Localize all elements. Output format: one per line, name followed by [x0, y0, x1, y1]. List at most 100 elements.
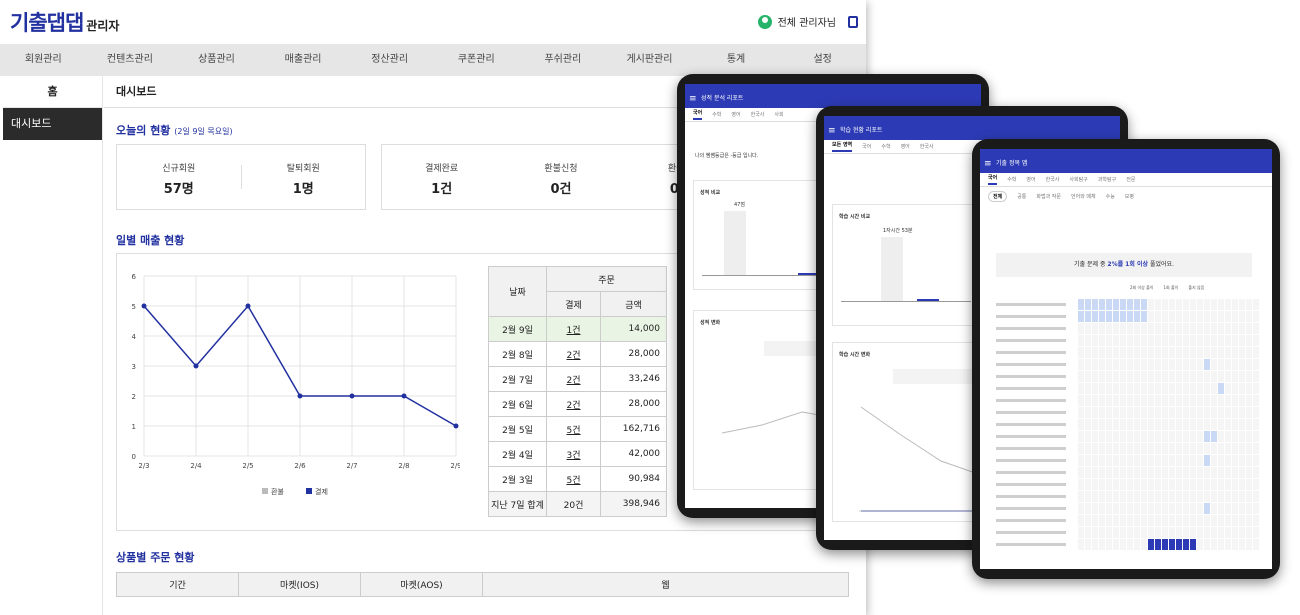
exam-cell[interactable]	[1155, 383, 1161, 394]
exam-cell[interactable]	[1211, 299, 1217, 310]
exam-cell[interactable]	[1155, 431, 1161, 442]
exam-cell[interactable]	[1092, 395, 1098, 406]
exam-cell[interactable]	[1169, 311, 1175, 322]
exam-cell[interactable]	[1211, 323, 1217, 334]
exam-cell[interactable]	[1078, 491, 1084, 502]
user-name[interactable]: 전체 관리자님	[778, 14, 836, 29]
cell-pay-link[interactable]: 5건	[546, 416, 601, 442]
exam-cell[interactable]	[1253, 299, 1259, 310]
exam-cell[interactable]	[1162, 419, 1168, 430]
exam-cell[interactable]	[1141, 407, 1147, 418]
exam-cell[interactable]	[1134, 515, 1140, 526]
exam-cell[interactable]	[1099, 407, 1105, 418]
exam-cell[interactable]	[1232, 527, 1238, 538]
exam-cell[interactable]	[1239, 395, 1245, 406]
exam-cell[interactable]	[1197, 515, 1203, 526]
exam-cell[interactable]	[1155, 311, 1161, 322]
exam-cell[interactable]	[1225, 311, 1231, 322]
exam-cell[interactable]	[1218, 503, 1224, 514]
exam-cell[interactable]	[1225, 371, 1231, 382]
exam-cell[interactable]	[1106, 431, 1112, 442]
exam-cell[interactable]	[1225, 419, 1231, 430]
cell-pay-link[interactable]: 2건	[546, 391, 601, 417]
exam-cell[interactable]	[1120, 419, 1126, 430]
exam-cell[interactable]	[1134, 443, 1140, 454]
exam-cell[interactable]	[1218, 359, 1224, 370]
exam-cell[interactable]	[1148, 431, 1154, 442]
exam-cell[interactable]	[1204, 467, 1210, 478]
exam-cell[interactable]	[1162, 431, 1168, 442]
exam-cell[interactable]	[1253, 491, 1259, 502]
exam-cell[interactable]	[1253, 383, 1259, 394]
exam-cell[interactable]	[1197, 491, 1203, 502]
exam-cell[interactable]	[1204, 479, 1210, 490]
exam-cell[interactable]	[1204, 455, 1210, 466]
cell-pay-link[interactable]: 1건	[546, 316, 601, 342]
exam-cell[interactable]	[1099, 515, 1105, 526]
exam-cell[interactable]	[1253, 419, 1259, 430]
exam-cell[interactable]	[1141, 335, 1147, 346]
exam-cell[interactable]	[1134, 527, 1140, 538]
exam-cell[interactable]	[1176, 383, 1182, 394]
exam-cell[interactable]	[1211, 359, 1217, 370]
exam-cell[interactable]	[1134, 371, 1140, 382]
tab-english[interactable]: 영어	[901, 143, 910, 150]
exam-cell[interactable]	[1246, 383, 1252, 394]
exam-cell[interactable]	[1253, 311, 1259, 322]
exam-cell[interactable]	[1218, 527, 1224, 538]
exam-cell[interactable]	[1148, 299, 1154, 310]
exam-cell[interactable]	[1113, 323, 1119, 334]
exam-cell[interactable]	[1141, 455, 1147, 466]
exam-cell[interactable]	[1176, 479, 1182, 490]
exam-cell[interactable]	[1092, 443, 1098, 454]
exam-cell[interactable]	[1183, 383, 1189, 394]
exam-cell[interactable]	[1127, 479, 1133, 490]
stat-refund-request[interactable]: 환불신청 0건	[501, 145, 620, 209]
exam-cell[interactable]	[1134, 311, 1140, 322]
exam-cell[interactable]	[1113, 491, 1119, 502]
exam-cell[interactable]	[1092, 347, 1098, 358]
exam-cell[interactable]	[1099, 503, 1105, 514]
exam-cell[interactable]	[1169, 527, 1175, 538]
exam-cell[interactable]	[1218, 515, 1224, 526]
exam-cell[interactable]	[1106, 311, 1112, 322]
exam-cell[interactable]	[1169, 539, 1175, 550]
exam-cell[interactable]	[1246, 527, 1252, 538]
exam-cell[interactable]	[1197, 479, 1203, 490]
exam-cell[interactable]	[1078, 395, 1084, 406]
exam-cell[interactable]	[1106, 527, 1112, 538]
exam-cell[interactable]	[1141, 431, 1147, 442]
exam-cell[interactable]	[1169, 359, 1175, 370]
exam-cell[interactable]	[1106, 467, 1112, 478]
exam-cell[interactable]	[1099, 527, 1105, 538]
exam-cell[interactable]	[1246, 479, 1252, 490]
exam-cell[interactable]	[1148, 335, 1154, 346]
exam-cell[interactable]	[1134, 383, 1140, 394]
exam-cell[interactable]	[1239, 383, 1245, 394]
exam-cell[interactable]	[1218, 539, 1224, 550]
exam-cell[interactable]	[1218, 323, 1224, 334]
exam-cell[interactable]	[1099, 455, 1105, 466]
exam-cell[interactable]	[1232, 407, 1238, 418]
exam-cell[interactable]	[1197, 455, 1203, 466]
exam-cell[interactable]	[1190, 299, 1196, 310]
exam-cell[interactable]	[1148, 323, 1154, 334]
exam-cell[interactable]	[1176, 359, 1182, 370]
exam-cell[interactable]	[1120, 407, 1126, 418]
exam-cell[interactable]	[1239, 455, 1245, 466]
nav-item-members[interactable]: 회원관리	[0, 44, 87, 76]
exam-cell[interactable]	[1092, 455, 1098, 466]
exam-cell[interactable]	[1134, 347, 1140, 358]
stat-withdrawn-members[interactable]: 탈퇴회원 1명	[242, 145, 366, 209]
exam-cell[interactable]	[1197, 311, 1203, 322]
exam-cell[interactable]	[1078, 359, 1084, 370]
exam-cell[interactable]	[1078, 371, 1084, 382]
exam-cell[interactable]	[1106, 299, 1112, 310]
stat-new-members[interactable]: 신규회원 57명	[117, 145, 241, 209]
exam-cell[interactable]	[1148, 347, 1154, 358]
exam-cell[interactable]	[1162, 311, 1168, 322]
exam-cell[interactable]	[1218, 311, 1224, 322]
exam-cell[interactable]	[1127, 371, 1133, 382]
exam-cell[interactable]	[1211, 335, 1217, 346]
exam-cell[interactable]	[1218, 347, 1224, 358]
